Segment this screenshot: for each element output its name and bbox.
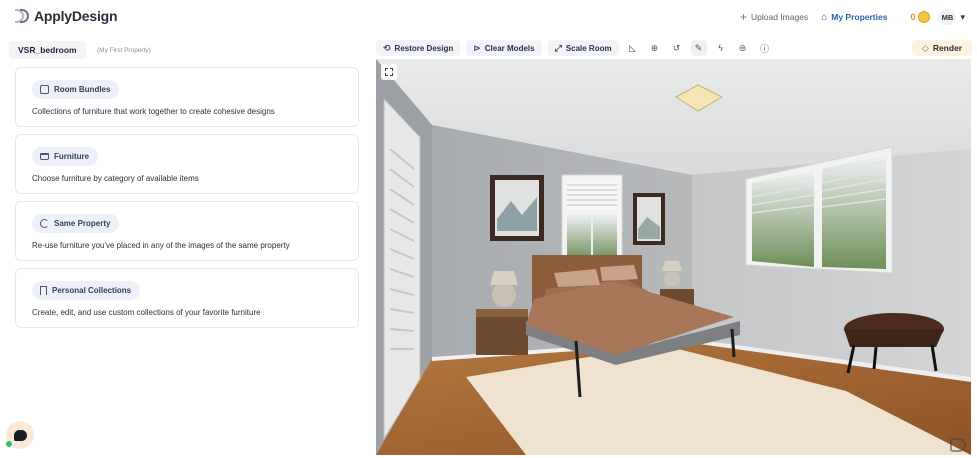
restore-icon: ⟲ [383,42,391,53]
ruler-icon[interactable]: ◺ [625,40,641,56]
logo-icon [15,9,30,23]
personal-collections-chip: Personal Collections [32,281,141,300]
cube-icon [40,85,49,94]
furniture-chip: Furniture [32,147,99,166]
upload-images-button[interactable]: + Upload Images [740,10,809,24]
zoom-icon[interactable]: ⊕ [647,40,663,56]
room-bundles-card[interactable]: Room Bundles Collections of furniture th… [15,67,359,127]
room-bundles-chip: Room Bundles [32,80,120,99]
watermark-logo [950,438,966,452]
property-tab[interactable]: VSR_bedroom [9,41,86,59]
personal-collections-title: Personal Collections [52,286,132,295]
furniture-card[interactable]: Furniture Choose furniture by category o… [15,134,359,194]
same-property-title: Same Property [54,219,111,228]
plus-icon: + [740,10,748,24]
help-icon[interactable]: ⓘ [757,40,773,56]
coin-icon [918,11,931,23]
render-label: Render [932,43,963,53]
furniture-desc: Choose furniture by category of availabl… [32,174,199,183]
app-name: ApplyDesign [34,8,118,24]
expand-icon [385,68,393,76]
home-icon: ⌂ [821,11,828,23]
undo-icon[interactable]: ↺ [669,40,685,56]
same-property-chip: Same Property [32,214,120,233]
clear-models-button[interactable]: ⊳ Clear Models [466,40,542,56]
room-render [376,59,971,455]
room-bundles-title: Room Bundles [54,85,111,94]
settings-icon[interactable]: ⊜ [735,40,751,56]
app-logo[interactable]: ApplyDesign [15,8,118,24]
scale-room-label: Scale Room [565,43,612,53]
online-status-dot [6,441,12,447]
lightning-icon[interactable]: ϟ [713,40,729,56]
top-bar: ApplyDesign + Upload Images ⌂ My Propert… [0,0,977,34]
bookmark-icon [40,286,47,295]
clear-models-label: Clear Models [484,43,535,53]
restore-design-button[interactable]: ⟲ Restore Design [376,40,461,56]
fullscreen-button[interactable] [381,64,397,80]
property-subtitle: (My First Property) [97,47,151,54]
same-property-card[interactable]: Same Property Re-use furniture you've pl… [15,201,359,261]
furniture-title: Furniture [54,152,90,161]
restore-design-label: Restore Design [394,43,454,53]
clear-icon: ⊳ [473,42,481,53]
scale-room-button[interactable]: ⤢ Scale Room [547,40,619,56]
diamond-icon: ◇ [921,42,929,53]
room-viewport[interactable] [376,59,971,455]
personal-collections-desc: Create, edit, and use custom collections… [32,308,261,317]
room-bundles-desc: Collections of furniture that work toget… [32,107,275,116]
recycle-icon [40,219,49,228]
magic-icon[interactable]: ✎ [690,40,707,56]
upload-images-label: Upload Images [751,12,809,22]
user-avatar[interactable]: MB [938,9,957,25]
my-properties-link[interactable]: ⌂ My Properties [821,12,887,23]
sofa-icon [40,153,49,160]
my-properties-label: My Properties [831,12,888,22]
scale-icon: ⤢ [554,42,562,53]
coin-count: 0 [910,12,916,22]
same-property-desc: Re-use furniture you've placed in any of… [32,241,290,250]
chat-icon [13,429,27,441]
coin-balance[interactable]: 0 [910,11,931,23]
editor-toolbar: ⟲ Restore Design ⊳ Clear Models ⤢ Scale … [376,39,773,57]
chevron-down-icon[interactable]: ▾ [960,12,965,23]
render-button[interactable]: ◇ Render [912,40,972,56]
personal-collections-card[interactable]: Personal Collections Create, edit, and u… [15,268,359,328]
